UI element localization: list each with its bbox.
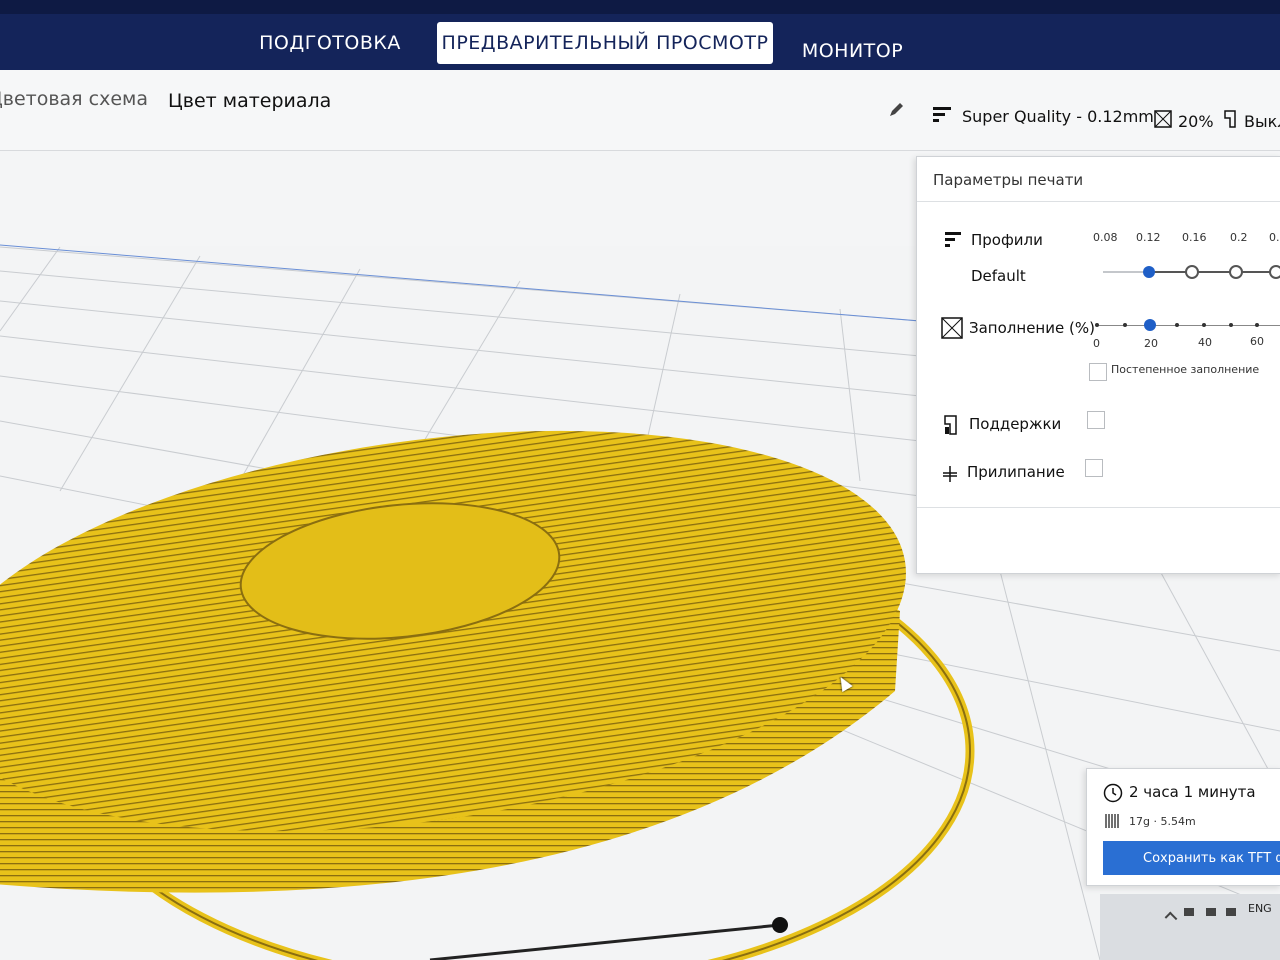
layer-height-label: 0.12 [1136, 231, 1161, 244]
infill-label: Заполнение (%) [969, 319, 1095, 337]
language-indicator[interactable]: ENG [1248, 902, 1272, 915]
gradual-infill-checkbox[interactable] [1089, 363, 1107, 381]
infill-icon [941, 317, 963, 343]
layer-height-label: 0.2 [1269, 231, 1280, 244]
battery-icon[interactable] [1184, 908, 1194, 916]
tab-preview[interactable]: ПРЕДВАРИТЕЛЬНЫЙ ПРОСМОТР [437, 22, 773, 64]
profiles-label: Профили [971, 231, 1043, 249]
infill-tick [1229, 323, 1233, 327]
print-settings-title: Параметры печати [933, 171, 1084, 189]
clock-icon [1103, 783, 1123, 807]
volume-icon[interactable] [1226, 908, 1236, 916]
support-icon [941, 415, 959, 439]
profile-slider-stop[interactable] [1269, 265, 1280, 279]
top-nav: ПОДГОТОВКА ПРЕДВАРИТЕЛЬНЫЙ ПРОСМОТР МОНИ… [0, 0, 1280, 70]
infill-tick-label: 20 [1144, 337, 1158, 350]
print-settings-panel: Параметры печати Профили Default 0.08 0.… [916, 156, 1280, 574]
adhesion-icon [941, 465, 959, 487]
color-scheme-select[interactable]: Цвет материала [168, 90, 331, 112]
layer-height-label: 0.08 [1093, 231, 1118, 244]
layer-height-label: 0.16 [1182, 231, 1207, 244]
adhesion-label: Прилипание [967, 463, 1065, 481]
material-usage: 17g · 5.54m [1129, 815, 1196, 828]
infill-slider-handle[interactable] [1144, 319, 1156, 331]
infill-icon [1154, 110, 1172, 132]
gradual-infill-label: Постепенное заполнение [1111, 363, 1260, 376]
panel-divider [917, 201, 1280, 202]
color-scheme-label: Цветовая схема [0, 88, 148, 110]
profile-slider-stop[interactable] [1185, 265, 1199, 279]
profile-summary[interactable]: Super Quality - 0.12mm [932, 104, 1154, 128]
wifi-icon[interactable] [1206, 908, 1216, 916]
infill-tick [1123, 323, 1127, 327]
layer-height-label: 0.2 [1230, 231, 1248, 244]
infill-tick [1202, 323, 1206, 327]
panel-divider [917, 507, 1280, 508]
infill-summary-text: 20% [1178, 111, 1214, 131]
profile-slider-handle[interactable] [1143, 266, 1155, 278]
profile-icon [943, 231, 961, 253]
profile-summary-text: Super Quality - 0.12mm [962, 106, 1154, 126]
support-summary[interactable]: Выкл [1222, 110, 1280, 132]
tab-monitor[interactable]: МОНИТОР [790, 30, 915, 72]
infill-summary[interactable]: 20% [1154, 110, 1214, 132]
print-estimate-card: 2 часа 1 минута 17g · 5.54m Сохранить ка… [1086, 768, 1280, 886]
infill-tick [1175, 323, 1179, 327]
infill-tick-label: 40 [1198, 336, 1212, 349]
support-checkbox[interactable] [1087, 411, 1105, 429]
infill-tick-label: 60 [1250, 335, 1264, 348]
infill-tick [1095, 323, 1099, 327]
save-button[interactable]: Сохранить как TFT фа [1103, 841, 1280, 875]
adhesion-checkbox[interactable] [1085, 459, 1103, 477]
spool-icon [1105, 813, 1121, 833]
profile-slider-stop[interactable] [1229, 265, 1243, 279]
tab-prepare[interactable]: ПОДГОТОВКА [240, 22, 420, 64]
profile-slider-track-active [1149, 271, 1280, 273]
infill-tick [1255, 323, 1259, 327]
chevron-up-icon[interactable] [1164, 911, 1178, 925]
profiles-value: Default [971, 267, 1026, 285]
profile-icon [932, 104, 952, 128]
infill-tick-label: 0 [1093, 337, 1100, 350]
system-taskbar: ENG [1100, 894, 1280, 960]
print-time: 2 часа 1 минута [1129, 783, 1256, 801]
support-icon [1222, 110, 1238, 132]
support-summary-text: Выкл [1244, 111, 1280, 131]
pencil-icon[interactable] [886, 100, 906, 120]
support-label: Поддержки [969, 415, 1062, 433]
